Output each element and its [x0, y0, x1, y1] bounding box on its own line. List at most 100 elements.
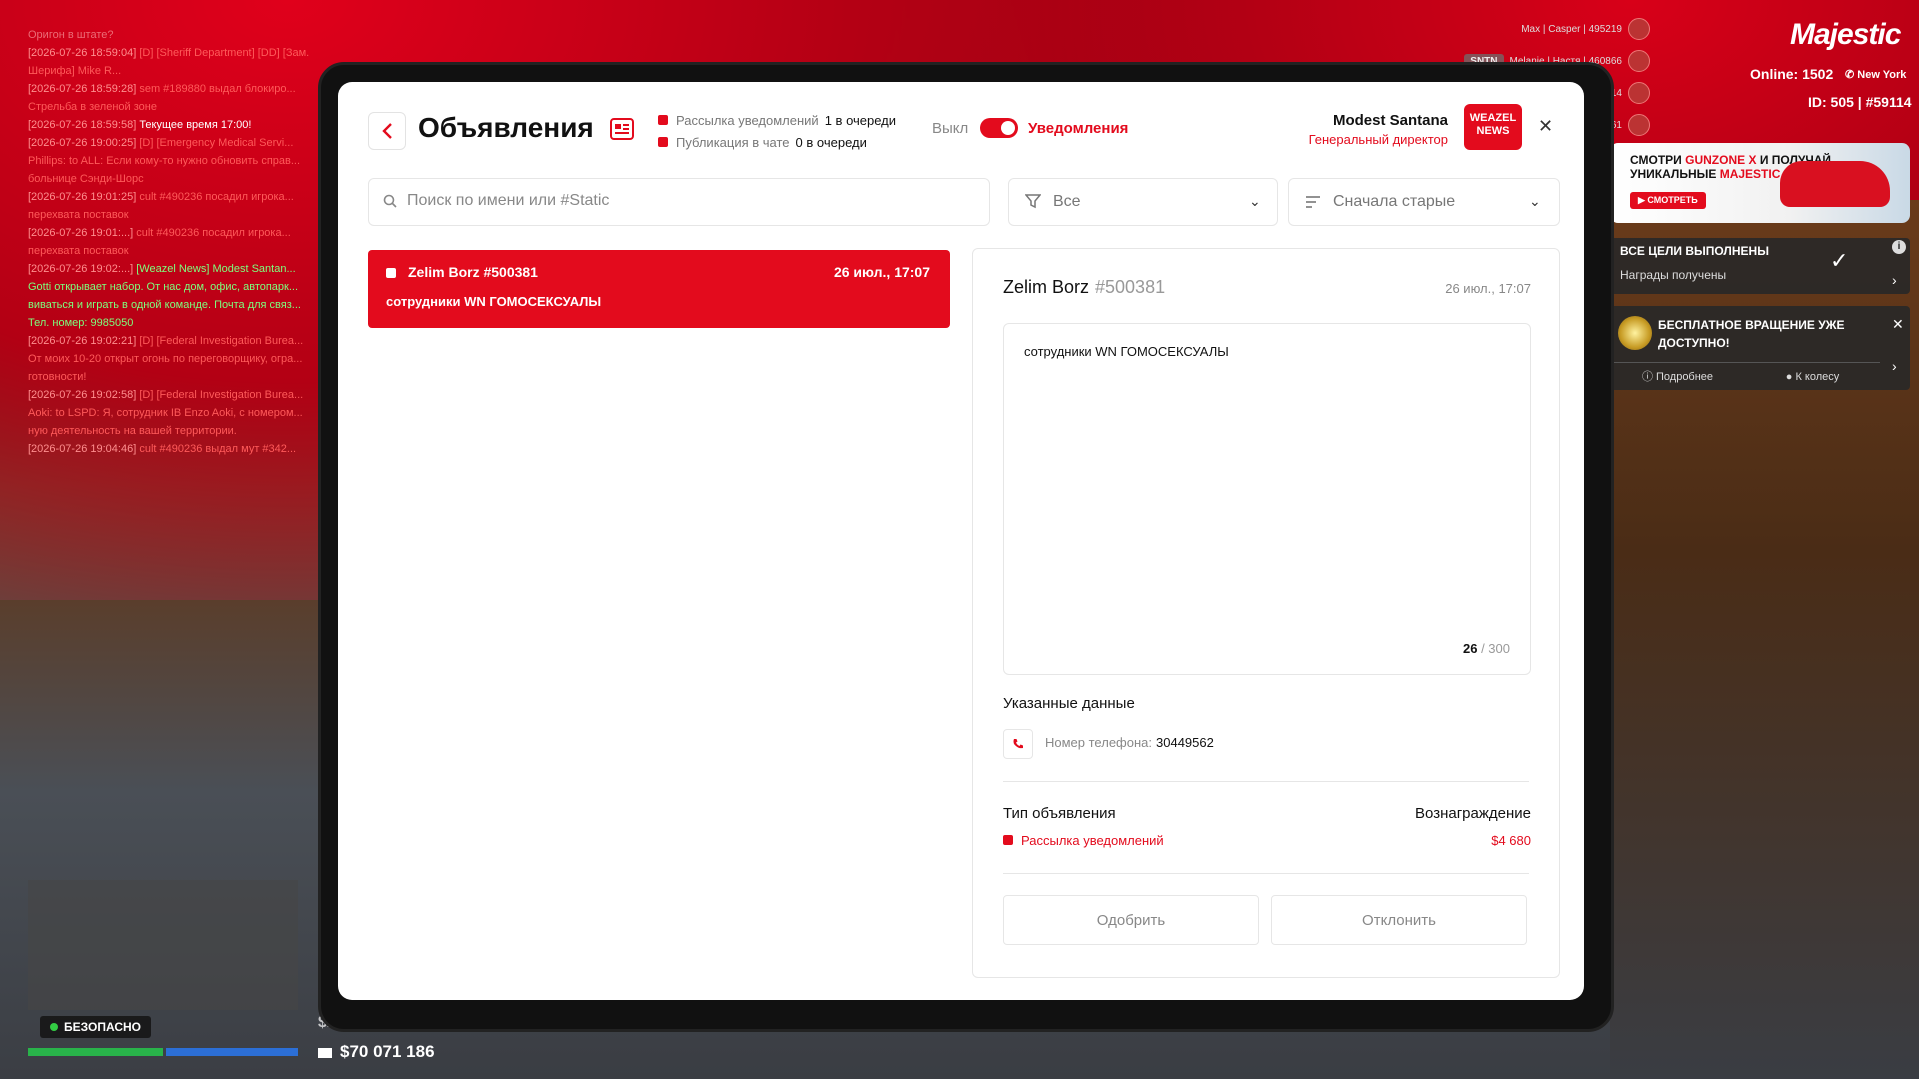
spin-wheel-label: К колесу [1795, 371, 1840, 383]
chat-line: [2026-07-26 18:59:58] Текущее время 17:0… [28, 116, 328, 134]
char-limit: / 300 [1481, 641, 1510, 656]
announcements-app: Объявления Рассылка уведомлений 1 в очере… [338, 82, 1584, 1000]
server-city: ✆ New York [1845, 69, 1907, 81]
chat-line: ную деятельность на вашей территории. [28, 422, 328, 440]
promo-watch-button[interactable]: ▶ СМОТРЕТЬ [1630, 192, 1706, 209]
reject-button[interactable]: Отклонить [1271, 895, 1527, 945]
player-avatar [1628, 82, 1650, 104]
approve-button[interactable]: Одобрить [1003, 895, 1259, 945]
check-icon: ✓ [1830, 248, 1849, 273]
safe-zone-badge: БЕЗОПАСНО [40, 1016, 151, 1038]
sort-select[interactable]: Сначала старые ⌄ [1288, 178, 1560, 226]
player-avatar [1628, 114, 1650, 136]
close-icon[interactable]: ✕ [1538, 116, 1553, 137]
chat-text: sem #189880 выдал блокиро... [139, 83, 296, 95]
search-input[interactable] [405, 191, 969, 211]
phone-value: 30449562 [1156, 735, 1214, 750]
phone-glyph-icon [1013, 739, 1023, 749]
chat-text: [D] [Federal Investigation Burea... [139, 335, 304, 347]
car-image [1780, 161, 1890, 207]
megaphone-icon [1003, 835, 1013, 845]
info-icon[interactable]: i [1892, 240, 1906, 254]
weazel-l2: NEWS [1476, 125, 1510, 137]
queue-value: 0 в очереди [795, 135, 867, 150]
chat-text: перехвата поставок [28, 209, 129, 221]
goals-panel[interactable]: ВСЕ ЦЕЛИ ВЫПОЛНЕНЫ Награды получены ✓ i … [1610, 238, 1910, 294]
chat-line: [2026-07-26 19:02:58] [D] [Federal Inves… [28, 386, 328, 404]
chat-line: [2026-07-26 19:01:...] cult #490236 поса… [28, 224, 328, 242]
toggle-off-label: Выкл [932, 120, 969, 137]
ad-type-title: Тип объявления [1003, 805, 1116, 822]
chevron-left-icon [382, 123, 392, 139]
chevron-down-icon: ⌄ [1249, 193, 1261, 209]
chat-line: [2026-07-26 19:02:21] [D] [Federal Inves… [28, 332, 328, 350]
filter-select[interactable]: Все ⌄ [1008, 178, 1278, 226]
message-textarea[interactable]: сотрудники WN ГОМОСЕКСУАЛЫ 26 / 300 [1003, 323, 1531, 675]
chat-timestamp: [2026-07-26 18:59:58] [28, 119, 137, 131]
card-icon [318, 1047, 332, 1058]
chat-timestamp: [2026-07-26 19:04:46] [28, 443, 137, 455]
close-icon[interactable]: ✕ [1892, 316, 1904, 333]
item-time: 26 июл., 17:07 [833, 264, 930, 280]
chat-line: Gotti открывает набор. От нас дом, офис,… [28, 278, 328, 296]
goals-subtitle: Награды получены [1620, 268, 1727, 282]
back-button[interactable] [368, 112, 406, 150]
weazel-l1: WEAZEL [1469, 112, 1517, 124]
reward-value: $4 680 [1491, 833, 1531, 848]
wheel-icon [1618, 316, 1652, 350]
minimap [28, 880, 298, 1010]
chat-text: [D] [Federal Investigation Burea... [139, 389, 304, 401]
toggle-knob [1001, 121, 1015, 135]
safe-zone-label: БЕЗОПАСНО [64, 1020, 141, 1034]
chat-line: виваться и играть в одной команде. Почта… [28, 296, 328, 314]
chat-text: cult #490236 выдал мут #342... [139, 443, 297, 455]
reward-title: Вознаграждение [1415, 805, 1531, 822]
chat-line: готовности! [28, 368, 328, 386]
chat-text: cult #490236 посадил игрока... [139, 191, 294, 203]
newspaper-icon [610, 118, 634, 140]
message-text: сотрудники WN ГОМОСЕКСУАЛЫ [1024, 344, 1229, 359]
chat-line: Стрельба в зеленой зоне [28, 98, 328, 116]
announcement-detail: Zelim Borz #500381 26 июл., 17:07 сотрудн… [972, 248, 1560, 978]
majestic-logo: Majestic [1790, 18, 1901, 51]
chat-line: перехвата поставок [28, 242, 328, 260]
chevron-right-icon[interactable]: › [1892, 272, 1897, 288]
spin-more-button[interactable]: ⓘ Подробнее [1610, 363, 1745, 391]
chat-timestamp: [2026-07-26 19:02:21] [28, 335, 137, 347]
spin-wheel-button[interactable]: ● К колесу [1745, 363, 1880, 391]
chevron-down-icon: ⌄ [1529, 193, 1541, 209]
promo-watch-label: СМОТРЕТЬ [1647, 195, 1698, 205]
chat-timestamp: [2026-07-26 18:59:28] [28, 83, 137, 95]
status-dot-icon [50, 1023, 58, 1031]
chat-text: Aoki: to LSPD: Я, сотрудник IB Enzo Aoki… [28, 407, 303, 419]
free-spin-title: БЕСПЛАТНОЕ ВРАЩЕНИЕ УЖЕ ДОСТУПНО! [1658, 318, 1845, 350]
item-author: Zelim Borz #500381 [408, 264, 538, 280]
chat-text: больнице Сэнди-Шорс [28, 173, 144, 185]
chat-text: От моих 10-20 открыт огонь по переговорщ… [28, 353, 303, 365]
filter-icon [1025, 194, 1041, 209]
chat-text: Gotti открывает набор. От нас дом, офис,… [28, 281, 299, 293]
armor-bar [166, 1048, 298, 1056]
player-name: Max | Casper | 495219 [1521, 23, 1622, 35]
announcement-list-item[interactable]: Zelim Borz #500381 26 июл., 17:07 сотруд… [368, 250, 950, 328]
divider [1003, 781, 1529, 782]
chat-line: [2026-07-26 18:59:04] [D] [Sheriff Depar… [28, 44, 328, 80]
toggle-on-label: Уведомления [1028, 120, 1129, 137]
item-text: сотрудники WN ГОМОСЕКСУАЛЫ [386, 294, 602, 309]
chat-line: От моих 10-20 открыт огонь по переговорщ… [28, 350, 328, 368]
queue-label: Рассылка уведомлений [676, 113, 819, 128]
chat-log: Оригон в штате? [2026-07-26 18:59:04] [D]… [28, 26, 328, 458]
chat-line: больнице Сэнди-Шорс [28, 170, 328, 188]
chat-text: Текущее время 17:00! [139, 119, 252, 131]
chat-text: перехвата поставок [28, 245, 129, 257]
notifications-toggle[interactable] [980, 118, 1018, 138]
goals-title: ВСЕ ЦЕЛИ ВЫПОЛНЕНЫ [1620, 244, 1769, 258]
promo-banner[interactable]: СМОТРИ GUNZONE X И ПОЛУЧАЙ УНИКАЛЬНЫЕ MA… [1610, 143, 1910, 223]
promo-line2: УНИКАЛЬНЫЕ [1630, 167, 1720, 181]
bank-balance: $70 071 186 [318, 1042, 435, 1062]
phone-number: Номер телефона: 30449562 [1045, 735, 1214, 750]
server-city-label: New York [1857, 69, 1907, 81]
chevron-right-icon[interactable]: › [1892, 358, 1897, 374]
chat-text: готовности! [28, 371, 87, 383]
promo-pre: СМОТРИ [1630, 153, 1686, 167]
